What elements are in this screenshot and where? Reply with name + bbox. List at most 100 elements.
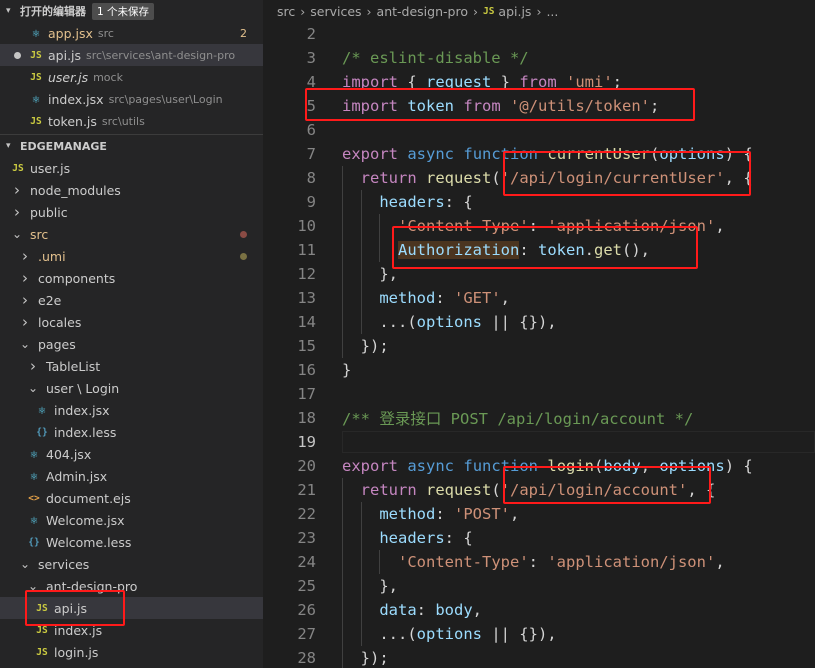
code-area[interactable]: 2 3/* eslint-disable */4 import { request … — [263, 22, 815, 668]
code-line[interactable]: 15 }); — [263, 334, 815, 358]
code-line[interactable]: 9 headers: { — [263, 190, 815, 214]
breadcrumb-segment[interactable]: ... — [546, 4, 558, 19]
folder-item[interactable]: › .umi — [0, 245, 263, 267]
file-item[interactable]: {} index.less — [0, 421, 263, 443]
breadcrumb-segment[interactable]: src — [277, 4, 295, 19]
folder-item[interactable]: ⌄ services — [0, 553, 263, 575]
code-line[interactable]: 20 export async function login(body, opti… — [263, 454, 815, 478]
file-item[interactable]: ⚛ Welcome.jsx — [0, 509, 263, 531]
line-text: } — [342, 361, 351, 379]
breadcrumb: src › services › ant-design-pro › JS api.js ›... — [263, 0, 815, 22]
code-token: }); — [342, 337, 389, 355]
code-line[interactable]: 5 import token from '@/utils/token'; — [263, 94, 815, 118]
code-line[interactable]: 10 'Content-Type': 'application/json', — [263, 214, 815, 238]
folder-item[interactable]: ⌄ ant-design-pro — [0, 575, 263, 597]
folder-item[interactable]: › TableList — [0, 355, 263, 377]
code-line[interactable]: 21 return request('/api/login/account', … — [263, 478, 815, 502]
code-token: Authorization — [398, 241, 520, 259]
file-path: src\pages\user\Login — [108, 92, 223, 106]
chevron-down-icon: ⌄ — [27, 579, 39, 593]
code-line[interactable]: 18 /** 登录接口 POST /api/login/account */ — [263, 406, 815, 430]
line-text: ...(options || {}), — [342, 313, 557, 331]
code-token: , — [715, 217, 725, 235]
code-token: }, — [342, 265, 398, 283]
code-line[interactable]: 26 data: body, — [263, 598, 815, 622]
code-token: || {}), — [481, 313, 557, 331]
folder-item[interactable]: ⌄ user \ Login — [0, 377, 263, 399]
code-token: /** 登录接口 POST /api/login/account */ — [342, 410, 694, 428]
unsaved-dot-icon[interactable] — [10, 51, 24, 59]
open-editors-list: ⚛ app.jsx src 2 JS api.js src\services\ant-des… — [0, 22, 263, 132]
folder-item[interactable]: › e2e — [0, 289, 263, 311]
file-item[interactable]: {} Welcome.less — [0, 531, 263, 553]
code-line[interactable]: 11 Authorization: token.get(), — [263, 238, 815, 262]
file-item[interactable]: ⚛ index.jsx — [0, 399, 263, 421]
folder-item[interactable]: › components — [0, 267, 263, 289]
code-token: : — [416, 601, 436, 619]
code-line[interactable]: 13 method: 'GET', — [263, 286, 815, 310]
code-line[interactable]: 6 — [263, 118, 815, 142]
file-item[interactable]: ⚛ 404.jsx — [0, 443, 263, 465]
code-line[interactable]: 19 — [263, 430, 815, 454]
code-editor[interactable]: src › services › ant-design-pro › JS api.js ›...… — [263, 0, 815, 668]
open-editor-item[interactable]: ⚛ index.jsx src\pages\user\Login — [0, 88, 263, 110]
open-editor-item[interactable]: JS token.js src\utils — [0, 110, 263, 132]
breadcrumb-segment[interactable]: ant-design-pro — [377, 4, 468, 19]
react-file-icon: ⚛ — [30, 513, 38, 527]
code-line[interactable]: 16} — [263, 358, 815, 382]
code-token: 'GET' — [454, 289, 501, 307]
code-token: , { — [724, 169, 753, 187]
line-text: export async function login(body, option… — [342, 457, 753, 475]
file-item[interactable]: JS api.js — [0, 597, 263, 619]
file-item[interactable]: JS user.js — [0, 157, 263, 179]
open-editors-header[interactable]: ▾ 打开的编辑器 1 个未保存 — [0, 0, 263, 22]
open-editor-item[interactable]: JS user.js mock — [0, 66, 263, 88]
file-item[interactable]: JS login.js — [0, 641, 263, 663]
line-text: data: body, — [342, 601, 482, 619]
code-line[interactable]: 14 ...(options || {}), — [263, 310, 815, 334]
code-line[interactable]: 3 /* eslint-disable */ — [263, 46, 815, 70]
code-line[interactable]: 12 }, — [263, 262, 815, 286]
explorer-header[interactable]: ▾ EDGEMANAGE — [0, 135, 263, 157]
code-line[interactable]: 7 export async function currentUser(optio… — [263, 142, 815, 166]
code-line[interactable]: 22 method: 'POST', — [263, 502, 815, 526]
indent-guide — [379, 550, 381, 574]
folder-item[interactable]: › public — [0, 201, 263, 223]
indent-guide — [379, 214, 381, 262]
code-line[interactable]: 27 ...(options || {}), — [263, 622, 815, 646]
line-number: 4 — [306, 73, 316, 91]
code-line[interactable]: 8 return request('/api/login/currentUser… — [263, 166, 815, 190]
open-editor-item[interactable]: JS api.js src\services\ant-design-pro — [0, 44, 263, 66]
folder-item[interactable]: ⌄ pages — [0, 333, 263, 355]
line-number: 16 — [297, 361, 316, 379]
breadcrumb-segment[interactable]: services — [310, 4, 361, 19]
chevron-right-icon: › — [22, 291, 28, 309]
code-token: export — [342, 145, 398, 163]
chevron-down-icon: ⌄ — [11, 227, 23, 241]
folder-item[interactable]: › locales — [0, 311, 263, 333]
item-label: TableList — [46, 358, 101, 374]
open-editor-item[interactable]: ⚛ app.jsx src 2 — [0, 22, 263, 44]
folder-item[interactable]: › node_modules — [0, 179, 263, 201]
code-line[interactable]: 23 headers: { — [263, 526, 815, 550]
file-item[interactable]: <> document.ejs — [0, 487, 263, 509]
breadcrumb-segment[interactable]: api.js — [498, 4, 531, 19]
code-line[interactable]: 4 import { request } from 'umi'; — [263, 70, 815, 94]
file-item[interactable]: ⚛ Admin.jsx — [0, 465, 263, 487]
code-line[interactable]: 28 }); — [263, 646, 815, 668]
file-item[interactable]: JS index.js — [0, 619, 263, 641]
unsaved-badge: 1 个未保存 — [92, 2, 155, 20]
line-text: 'Content-Type': 'application/json', — [342, 217, 725, 235]
code-line[interactable]: 25 }, — [263, 574, 815, 598]
code-line[interactable]: 17 — [263, 382, 815, 406]
folder-item[interactable]: ⌄ src — [0, 223, 263, 245]
code-line[interactable]: 24 'Content-Type': 'application/json', — [263, 550, 815, 574]
react-file-icon: ⚛ — [38, 403, 46, 417]
code-line[interactable]: 2 — [263, 22, 815, 46]
code-token: body — [603, 457, 641, 475]
code-token: ( — [491, 481, 501, 499]
code-token: ...( — [342, 625, 417, 643]
